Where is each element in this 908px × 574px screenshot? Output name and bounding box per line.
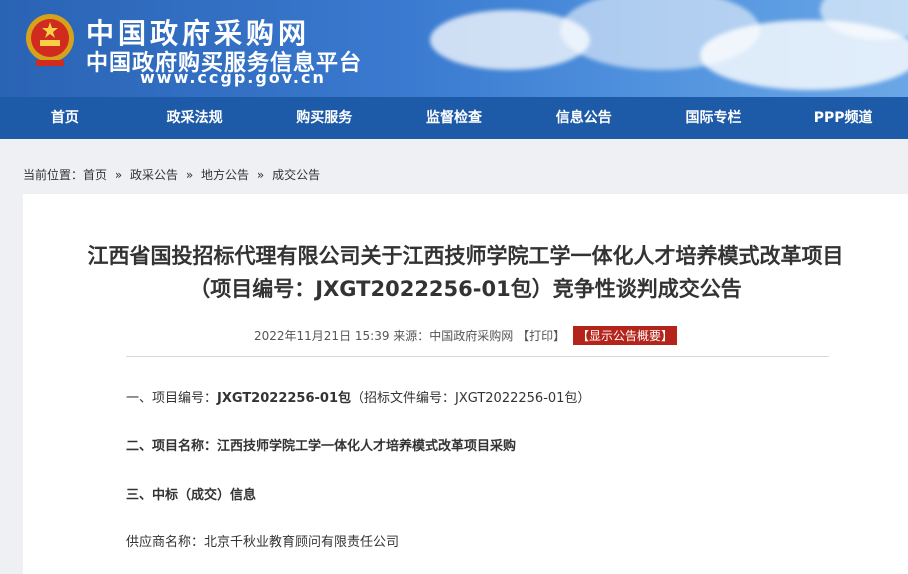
nav-item-purchase-services[interactable]: 购买服务 bbox=[259, 97, 389, 139]
supplier-line: 供应商名称：北京千秋业教育顾问有限责任公司 bbox=[126, 531, 399, 550]
breadcrumb-deal[interactable]: 成交公告 bbox=[272, 168, 320, 182]
article-title: 江西省国投招标代理有限公司关于江西技师学院工学一体化人才培养模式改革项目 （项目… bbox=[23, 240, 908, 306]
award-info-heading: 三、中标（成交）信息 bbox=[126, 484, 256, 503]
project-name-value: 江西技师学院工学一体化人才培养模式改革项目采购 bbox=[217, 439, 517, 454]
breadcrumb-local[interactable]: 地方公告 bbox=[201, 168, 249, 182]
meta-datetime: 2022年11月21日 15:39 bbox=[253, 329, 390, 343]
article-panel: 江西省国投招标代理有限公司关于江西技师学院工学一体化人才培养模式改革项目 （项目… bbox=[23, 194, 908, 574]
print-link[interactable]: 【打印】 bbox=[517, 329, 565, 343]
breadcrumb-home[interactable]: 首页 bbox=[83, 168, 107, 182]
nav-item-home[interactable]: 首页 bbox=[0, 97, 130, 139]
breadcrumb-separator: » bbox=[185, 168, 194, 182]
breadcrumb-separator: » bbox=[114, 168, 123, 182]
nav-item-regulations[interactable]: 政采法规 bbox=[130, 97, 260, 139]
article-title-line1: 江西省国投招标代理有限公司关于江西技师学院工学一体化人才培养模式改革项目 bbox=[87, 244, 844, 268]
meta-source: 来源：中国政府采购网 bbox=[393, 329, 514, 343]
nav-item-international[interactable]: 国际专栏 bbox=[649, 97, 779, 139]
site-url[interactable]: www.ccgp.gov.cn bbox=[140, 68, 326, 87]
article-meta: 2022年11月21日 15:39 来源：中国政府采购网 【打印】 【显示公告概… bbox=[23, 326, 908, 345]
project-number-line: 一、项目编号：JXGT2022256-01包（招标文件编号：JXGT202225… bbox=[126, 387, 590, 406]
nav-item-supervision[interactable]: 监督检查 bbox=[389, 97, 519, 139]
article-title-line2: （项目编号：JXGT2022256-01包）竞争性谈判成交公告 bbox=[189, 277, 742, 301]
project-name-label: 二、项目名称： bbox=[126, 439, 218, 454]
breadcrumb-procurement[interactable]: 政采公告 bbox=[130, 168, 178, 182]
project-number-value: JXGT2022256-01包 bbox=[217, 391, 351, 406]
show-summary-button[interactable]: 【显示公告概要】 bbox=[572, 326, 677, 345]
project-name-line: 二、项目名称：江西技师学院工学一体化人才培养模式改革项目采购 bbox=[126, 435, 516, 454]
tender-doc-number: （招标文件编号：JXGT2022256-01包） bbox=[351, 391, 591, 406]
supplier-label: 供应商名称： bbox=[126, 535, 205, 550]
breadcrumb-separator: » bbox=[256, 168, 265, 182]
breadcrumb-prefix: 当前位置： bbox=[23, 168, 84, 182]
nav-item-ppp[interactable]: PPP频道 bbox=[778, 97, 908, 139]
breadcrumb: 当前位置：首页 » 政采公告 » 地方公告 » 成交公告 bbox=[23, 166, 320, 183]
supplier-name: 北京千秋业教育顾问有限责任公司 bbox=[204, 535, 400, 550]
divider bbox=[126, 356, 829, 357]
award-info-label: 三、中标（成交）信息 bbox=[126, 488, 257, 503]
site-header: 中国政府采购网 中国政府购买服务信息平台 www.ccgp.gov.cn bbox=[0, 0, 908, 97]
national-emblem-icon[interactable] bbox=[22, 10, 78, 70]
project-number-label: 一、项目编号： bbox=[126, 391, 218, 406]
nav-item-announcements[interactable]: 信息公告 bbox=[519, 97, 649, 139]
main-nav: 首页 政采法规 购买服务 监督检查 信息公告 国际专栏 PPP频道 bbox=[0, 97, 908, 139]
